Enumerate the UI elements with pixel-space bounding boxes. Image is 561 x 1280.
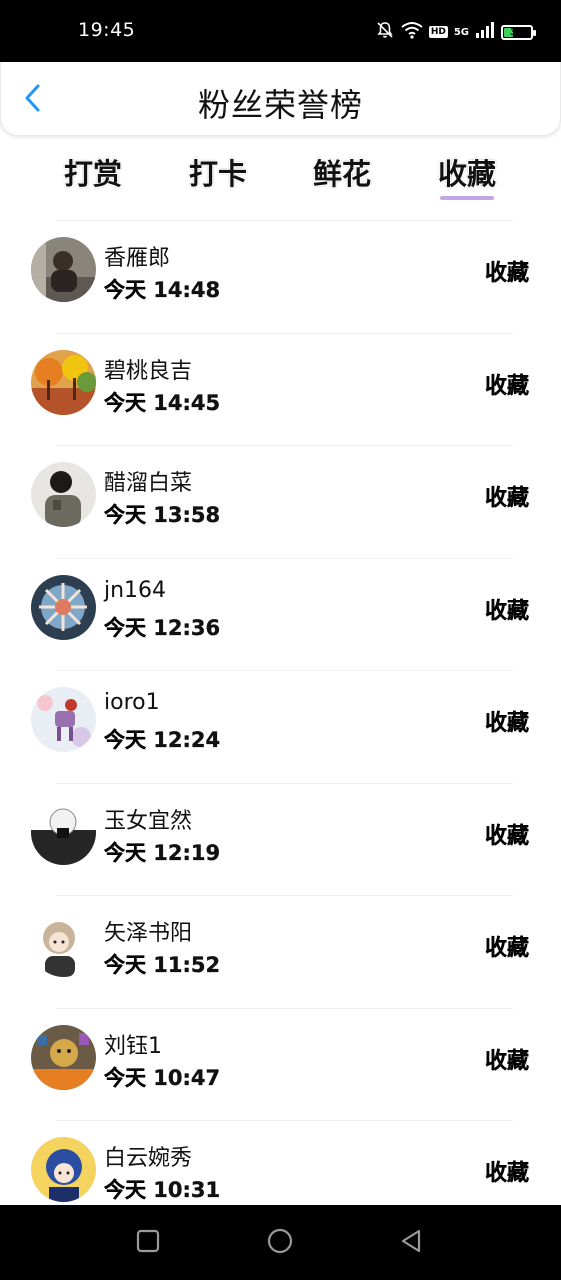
divider (56, 220, 513, 221)
timestamp: 今天 14:45 (104, 390, 221, 415)
network-type: 5G (453, 26, 469, 38)
tab-favorites[interactable]: 收藏 (422, 151, 512, 193)
list-item[interactable]: 碧桃良吉 今天 14:45 收藏 (0, 327, 561, 440)
home-button[interactable] (264, 1227, 296, 1259)
timestamp: 今天 10:47 (104, 1065, 221, 1090)
username: jn164 (104, 577, 167, 603)
username: 刘钰1 (104, 1033, 162, 1059)
username: 玉女宜然 (104, 808, 193, 834)
action-label: 收藏 (484, 936, 529, 961)
battery-icon: 34 (501, 24, 536, 40)
tab-flowers[interactable]: 鲜花 (297, 151, 387, 193)
signal-icon (475, 22, 495, 42)
list-item[interactable]: ioro1 今天 12:24 收藏 (0, 664, 561, 777)
action-label: 收藏 (484, 373, 529, 399)
timestamp: 今天 14:48 (104, 278, 221, 302)
divider (56, 1120, 513, 1121)
list-item[interactable]: 矢泽书阳 今天 11:52 收藏 (0, 889, 561, 1002)
timestamp: 今天 13:58 (104, 503, 221, 527)
username: 碧桃良吉 (104, 358, 193, 384)
avatar[interactable] (31, 912, 96, 977)
divider (56, 670, 513, 671)
avatar[interactable] (31, 799, 96, 865)
system-back-button[interactable] (395, 1227, 427, 1259)
avatar[interactable] (31, 1137, 96, 1202)
battery-level: 34 (510, 26, 524, 38)
recents-button[interactable] (132, 1227, 164, 1259)
action-label: 收藏 (484, 711, 529, 736)
username: 香雁郎 (104, 246, 171, 271)
action-label: 收藏 (484, 261, 529, 286)
timestamp: 今天 12:19 (104, 840, 221, 865)
divider (56, 445, 513, 446)
status-icons: HD 5G 34 (375, 20, 536, 44)
divider (56, 557, 513, 559)
active-tab-indicator (440, 196, 494, 200)
tab-reward[interactable]: 打赏 (48, 151, 138, 193)
username: 醋溜白菜 (104, 471, 193, 496)
timestamp: 今天 10:31 (104, 1178, 221, 1202)
avatar[interactable] (31, 1024, 96, 1090)
divider (56, 895, 513, 896)
system-nav-bar (0, 1205, 561, 1280)
divider (56, 1007, 513, 1009)
action-label: 收藏 (484, 598, 529, 624)
square-recents-icon (135, 1228, 161, 1258)
tab-checkin[interactable]: 打卡 (173, 151, 263, 193)
list-item[interactable]: 香雁郎 今天 14:48 收藏 (0, 214, 561, 327)
action-label: 收藏 (484, 1048, 529, 1074)
username: 白云婉秀 (104, 1146, 193, 1171)
wifi-icon (401, 21, 423, 43)
fan-list: 香雁郎 今天 14:48 收藏 碧桃良吉 今天 14:45 收藏 醋溜白菜 今天… (0, 214, 561, 1227)
action-label: 收藏 (484, 823, 529, 849)
timestamp: 今天 12:24 (104, 728, 221, 752)
action-label: 收藏 (484, 486, 529, 511)
avatar[interactable] (31, 349, 96, 415)
avatar[interactable] (31, 462, 96, 527)
avatar[interactable] (31, 574, 96, 640)
hd-icon: HD (428, 26, 448, 38)
divider (56, 332, 513, 334)
app-header: 粉丝荣誉榜 (0, 62, 561, 136)
username: 矢泽书阳 (104, 921, 193, 946)
avatar[interactable] (31, 687, 96, 752)
triangle-back-icon (398, 1228, 424, 1258)
status-time: 19:45 (78, 19, 136, 41)
list-item[interactable]: 玉女宜然 今天 12:19 收藏 (0, 777, 561, 890)
circle-home-icon (266, 1227, 294, 1259)
avatar[interactable] (31, 237, 96, 302)
divider (56, 782, 513, 784)
timestamp: 今天 11:52 (104, 953, 221, 977)
mute-bell-icon (375, 20, 395, 44)
page-title: 粉丝荣誉榜 (197, 86, 363, 124)
username: ioro1 (104, 690, 160, 715)
action-label: 收藏 (484, 1161, 529, 1186)
timestamp: 今天 12:36 (104, 615, 221, 640)
list-item[interactable]: 刘钰1 今天 10:47 收藏 (0, 1002, 561, 1115)
status-bar: 19:45 HD 5G 34 (0, 0, 561, 62)
list-item[interactable]: jn164 今天 12:36 收藏 (0, 552, 561, 665)
tab-bar: 打赏 打卡 鲜花 收藏 (0, 146, 561, 206)
list-item[interactable]: 醋溜白菜 今天 13:58 收藏 (0, 439, 561, 552)
